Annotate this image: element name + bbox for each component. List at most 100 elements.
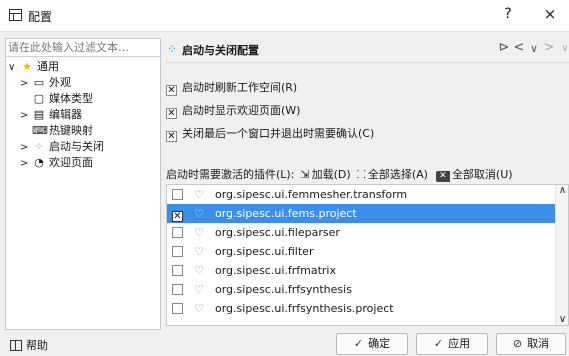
monitor-icon: ▭ bbox=[33, 76, 45, 89]
help-title-button[interactable]: ? bbox=[498, 6, 518, 22]
plugin-name: org.sipesc.ui.frfsynthesis bbox=[215, 283, 352, 296]
load-button[interactable]: 加载(D) bbox=[312, 168, 351, 181]
plugin-row[interactable]: ✕ ♡ org.sipesc.ui.fems.project bbox=[167, 204, 556, 223]
apply-button[interactable]: ✓ 应用 bbox=[416, 333, 488, 355]
plugin-name: org.sipesc.ui.femmesher.transform bbox=[215, 188, 408, 201]
option-show-welcome[interactable]: ✕ 启动时显示欢迎页面(W) bbox=[166, 103, 301, 119]
keyboard-icon: ⌨ bbox=[32, 124, 48, 137]
tree-item-appearance[interactable]: > ▭ 外观 bbox=[20, 75, 71, 90]
plugin-checkbox[interactable] bbox=[172, 189, 183, 200]
title-bar: 配置 ? × bbox=[0, 0, 569, 32]
cancel-label: 取消 bbox=[527, 337, 550, 350]
tree-item-welcome-page[interactable]: > ◔ 欢迎页面 bbox=[20, 155, 93, 170]
header-divider bbox=[165, 62, 569, 63]
cancel-button[interactable]: ⊘ 取消 bbox=[496, 333, 566, 355]
deselect-all-icon: ✕ bbox=[435, 171, 450, 182]
plugin-checkbox[interactable] bbox=[172, 284, 183, 295]
ok-button[interactable]: ✓ 确定 bbox=[336, 333, 408, 355]
history-dropdown-icon[interactable]: ∨ bbox=[527, 42, 541, 55]
tree-item-label: 外观 bbox=[49, 76, 71, 89]
category-tree: ∨★通用 >▭外观 ▢媒体类型 >▤编辑器 ⌨热键映射 >⁘启动与关闭 >◔欢迎… bbox=[5, 38, 161, 330]
tree-item-general[interactable]: ∨ ★ 通用 bbox=[8, 59, 59, 74]
tree-item-startup-shutdown[interactable]: > ⁘ 启动与关闭 bbox=[20, 139, 104, 154]
plugin-row[interactable]: ♡ org.sipesc.ui.fileparser bbox=[167, 223, 556, 242]
plugin-list: ♡ org.sipesc.ui.femmesher.transform ✕ ♡ org… bbox=[166, 184, 569, 326]
expand-arrow-icon[interactable]: > bbox=[20, 76, 32, 91]
forward-dropdown-icon[interactable]: ∨ bbox=[558, 43, 569, 54]
option-label: 启动时显示欢迎页面(W) bbox=[182, 104, 301, 117]
select-all-icon: ⸬ bbox=[356, 168, 366, 181]
help-book-icon bbox=[10, 340, 22, 351]
startup-icon: ⁘ bbox=[167, 42, 178, 56]
page-menu-icon[interactable]: ⊳ bbox=[497, 40, 511, 55]
tree-item-label: 媒体类型 bbox=[49, 92, 93, 105]
folder-icon: ▢ bbox=[33, 92, 45, 105]
cancel-icon: ⊘ bbox=[512, 337, 523, 350]
tree-item-label: 通用 bbox=[37, 60, 59, 73]
refresh-workspace-checkbox[interactable]: ✕ bbox=[166, 85, 177, 96]
confirm-exit-checkbox[interactable]: ✕ bbox=[166, 131, 177, 142]
plugin-row[interactable]: ♡ org.sipesc.ui.frfsynthesis.project bbox=[167, 299, 556, 318]
check-icon: ✓ bbox=[433, 337, 444, 350]
plugin-name: org.sipesc.ui.fems.project bbox=[215, 207, 357, 220]
option-refresh-workspace[interactable]: ✕ 启动时刷新工作空间(R) bbox=[166, 80, 298, 96]
plugin-name: org.sipesc.ui.filter bbox=[215, 245, 314, 258]
tree-item-label: 热键映射 bbox=[49, 124, 93, 137]
load-icon: ⇲ bbox=[300, 168, 310, 181]
star-icon: ★ bbox=[22, 60, 32, 73]
editor-icon: ▤ bbox=[33, 108, 45, 121]
page-title: 启动与关闭配置 bbox=[182, 44, 259, 57]
plugin-shield-icon: ♡ bbox=[194, 226, 204, 239]
apply-label: 应用 bbox=[448, 337, 471, 350]
plugin-shield-icon: ♡ bbox=[194, 264, 204, 277]
plugin-checkbox[interactable] bbox=[172, 265, 183, 276]
plugin-checkbox[interactable] bbox=[172, 303, 183, 314]
filter-input[interactable] bbox=[6, 39, 160, 57]
help-button[interactable]: 帮助 bbox=[10, 337, 48, 353]
plugin-row[interactable]: ♡ org.sipesc.ui.frfsynthesis bbox=[167, 280, 556, 299]
plugin-name: org.sipesc.ui.fileparser bbox=[215, 226, 340, 239]
plugin-shield-icon: ♡ bbox=[194, 302, 204, 315]
plugin-name: org.sipesc.ui.frfsynthesis.project bbox=[215, 302, 394, 315]
plugin-shield-icon: ♡ bbox=[194, 283, 204, 296]
tree-item-label: 启动与关闭 bbox=[49, 140, 104, 153]
close-button[interactable]: × bbox=[540, 5, 560, 23]
window-title: 配置 bbox=[28, 10, 53, 24]
check-icon: ✓ bbox=[353, 337, 364, 350]
plugin-checkbox[interactable] bbox=[172, 227, 183, 238]
tree-item-label: 编辑器 bbox=[49, 108, 82, 121]
plugin-shield-icon: ♡ bbox=[194, 245, 204, 258]
plugin-list-scrollbar[interactable]: ∧ ∨ bbox=[555, 185, 568, 325]
plugin-shield-icon: ♡ bbox=[194, 207, 204, 220]
scroll-up-icon[interactable]: ∧ bbox=[556, 185, 568, 196]
plugin-checkbox[interactable] bbox=[172, 246, 183, 257]
select-all-button[interactable]: 全部选择(A) bbox=[368, 168, 428, 181]
tree-item-media-types[interactable]: ▢ 媒体类型 bbox=[20, 91, 93, 106]
plugin-row[interactable]: ♡ org.sipesc.ui.filter bbox=[167, 242, 556, 261]
window-icon bbox=[9, 9, 22, 21]
startup-icon: ⁘ bbox=[34, 140, 44, 153]
scroll-down-icon[interactable]: ∨ bbox=[556, 314, 568, 325]
expand-arrow-icon[interactable]: ∨ bbox=[8, 60, 20, 75]
clock-icon: ◔ bbox=[34, 156, 44, 169]
tree-item-keymap[interactable]: ⌨热键映射 bbox=[20, 123, 93, 138]
back-icon[interactable]: < bbox=[512, 40, 526, 55]
option-label: 启动时刷新工作空间(R) bbox=[182, 81, 298, 94]
plugins-label: 启动时需要激活的插件(L): bbox=[166, 168, 295, 181]
plugin-row[interactable]: ♡ org.sipesc.ui.femmesher.transform bbox=[167, 185, 556, 204]
deselect-all-button[interactable]: 全部取消(U) bbox=[452, 168, 513, 181]
plugin-checkbox[interactable]: ✕ bbox=[172, 211, 183, 222]
expand-arrow-icon[interactable]: > bbox=[20, 140, 32, 155]
ok-label: 确定 bbox=[368, 337, 391, 350]
expand-arrow-icon[interactable]: > bbox=[20, 108, 32, 123]
tree-item-editors[interactable]: > ▤ 编辑器 bbox=[20, 107, 82, 122]
option-label: 关闭最后一个窗口并退出时需要确认(C) bbox=[182, 127, 375, 140]
show-welcome-checkbox[interactable]: ✕ bbox=[166, 108, 177, 119]
expand-arrow-icon[interactable]: > bbox=[20, 156, 32, 171]
forward-icon[interactable]: > bbox=[542, 40, 556, 55]
option-confirm-exit[interactable]: ✕ 关闭最后一个窗口并退出时需要确认(C) bbox=[166, 126, 375, 142]
help-label: 帮助 bbox=[26, 339, 48, 352]
plugin-toolbar: 启动时需要激活的插件(L): ⇲ 加载(D) ⸬ 全部选择(A) ✕ 全部取消(U) bbox=[166, 167, 513, 182]
plugin-row[interactable]: ♡ org.sipesc.ui.frfmatrix bbox=[167, 261, 556, 280]
tree-item-label: 欢迎页面 bbox=[49, 156, 93, 169]
